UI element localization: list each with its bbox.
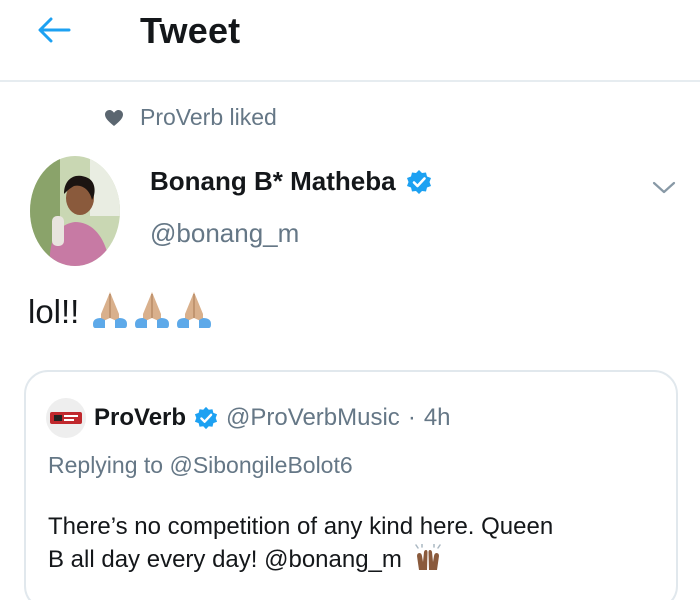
quoted-tweet-time: 4h: [423, 404, 451, 431]
quoted-author-handle: @ProVerbMusic: [226, 404, 400, 431]
page-title: Tweet: [140, 10, 241, 51]
quoted-author-name: ProVerb: [94, 404, 187, 431]
author-avatar[interactable]: [30, 156, 120, 266]
folded-hands-emoji: [177, 292, 212, 328]
tweet-text-body: lol!!: [28, 293, 80, 330]
author-handle[interactable]: @bonang_m: [150, 218, 299, 249]
heart-icon: [105, 109, 123, 126]
quoted-author-avatar: [46, 398, 86, 438]
folded-hands-emoji: [135, 292, 170, 328]
quoted-tweet-card[interactable]: ProVerb @ProVerbMusic · 4h Replying to @…: [24, 370, 678, 600]
meta-separator: ·: [407, 404, 416, 431]
author-name-row[interactable]: Bonang B* Matheba: [150, 166, 432, 197]
social-context-label: ProVerb liked: [140, 104, 277, 130]
replying-to-prefix: Replying to: [48, 452, 164, 478]
folded-hands-emoji: [93, 292, 128, 328]
chevron-down-icon: [652, 181, 676, 194]
back-button[interactable]: [28, 8, 80, 52]
verified-badge-icon: [194, 406, 218, 430]
quoted-tweet-line-1: There’s no competition of any kind here.…: [48, 513, 554, 540]
quoted-tweet-line-2-wrap: B all day every day! @bonang_m: [48, 543, 658, 576]
tweet-text: lol!!: [28, 290, 215, 332]
emoji-row: [89, 290, 215, 330]
verified-badge-icon: [406, 169, 431, 194]
social-context: ProVerb liked: [104, 104, 277, 131]
quoted-tweet-text: There’s no competition of any kind here.…: [48, 510, 658, 576]
quoted-tweet-line-2: B all day every day! @bonang_m: [48, 546, 402, 573]
replying-to-handle[interactable]: @SibongileBolot6: [169, 452, 352, 478]
quoted-tweet-header: ProVerb @ProVerbMusic · 4h: [46, 398, 451, 438]
replying-to: Replying to @SibongileBolot6: [48, 452, 353, 479]
top-bar: Tweet: [0, 0, 700, 82]
author-name: Bonang B* Matheba: [150, 166, 396, 196]
tweet-menu-button[interactable]: [644, 172, 684, 204]
back-arrow-icon: [38, 17, 71, 43]
raising-hands-emoji: [414, 543, 441, 570]
